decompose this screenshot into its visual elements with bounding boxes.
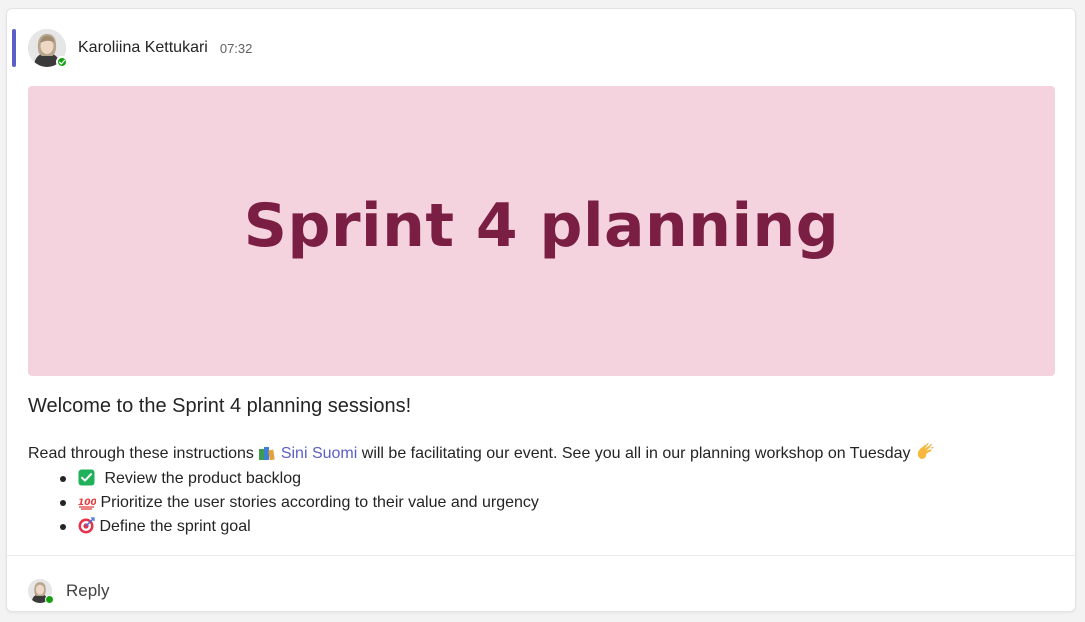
message-body: Read through these instructions Sini Suo…	[28, 443, 935, 466]
books-emoji-icon	[258, 445, 276, 466]
reply-label: Reply	[66, 581, 110, 600]
reply-button[interactable]: Reply	[28, 574, 109, 608]
checklist: Review the product backlog 100 Prioritiz…	[28, 467, 539, 539]
message-headline: Welcome to the Sprint 4 planning session…	[28, 395, 412, 417]
list-item: Review the product backlog	[28, 467, 539, 491]
clapping-hands-icon	[915, 443, 935, 466]
message-header: Karoliina Kettukari 07:32	[28, 27, 252, 69]
divider	[7, 555, 1075, 556]
message-card: Karoliina Kettukari 07:32 Sprint 4 plann…	[6, 8, 1076, 612]
list-item-text: Prioritize the user stories according to…	[100, 494, 539, 511]
sender-name[interactable]: Karoliina Kettukari	[78, 39, 208, 57]
list-item: Define the sprint goal	[28, 515, 539, 539]
direct-hit-icon	[78, 517, 95, 542]
list-item-text: Review the product backlog	[104, 470, 302, 487]
body-intro: Read through these instructions	[28, 445, 254, 462]
message-timestamp: 07:32	[219, 40, 253, 56]
presence-available-icon	[56, 56, 68, 68]
presence-available-icon	[45, 595, 54, 604]
banner-image: Sprint 4 planning	[28, 86, 1055, 376]
list-item-text: Define the sprint goal	[99, 518, 251, 535]
body-after-mention: will be facilitating our event. See you …	[361, 445, 911, 462]
avatar[interactable]	[28, 29, 68, 68]
mention-link[interactable]: Sini Suomi	[281, 445, 357, 462]
list-item: 100 Prioritize the user stories accordin…	[28, 491, 539, 515]
avatar	[28, 579, 54, 604]
unread-accent-bar	[12, 29, 16, 67]
banner-title: Sprint 4 planning	[243, 191, 840, 261]
